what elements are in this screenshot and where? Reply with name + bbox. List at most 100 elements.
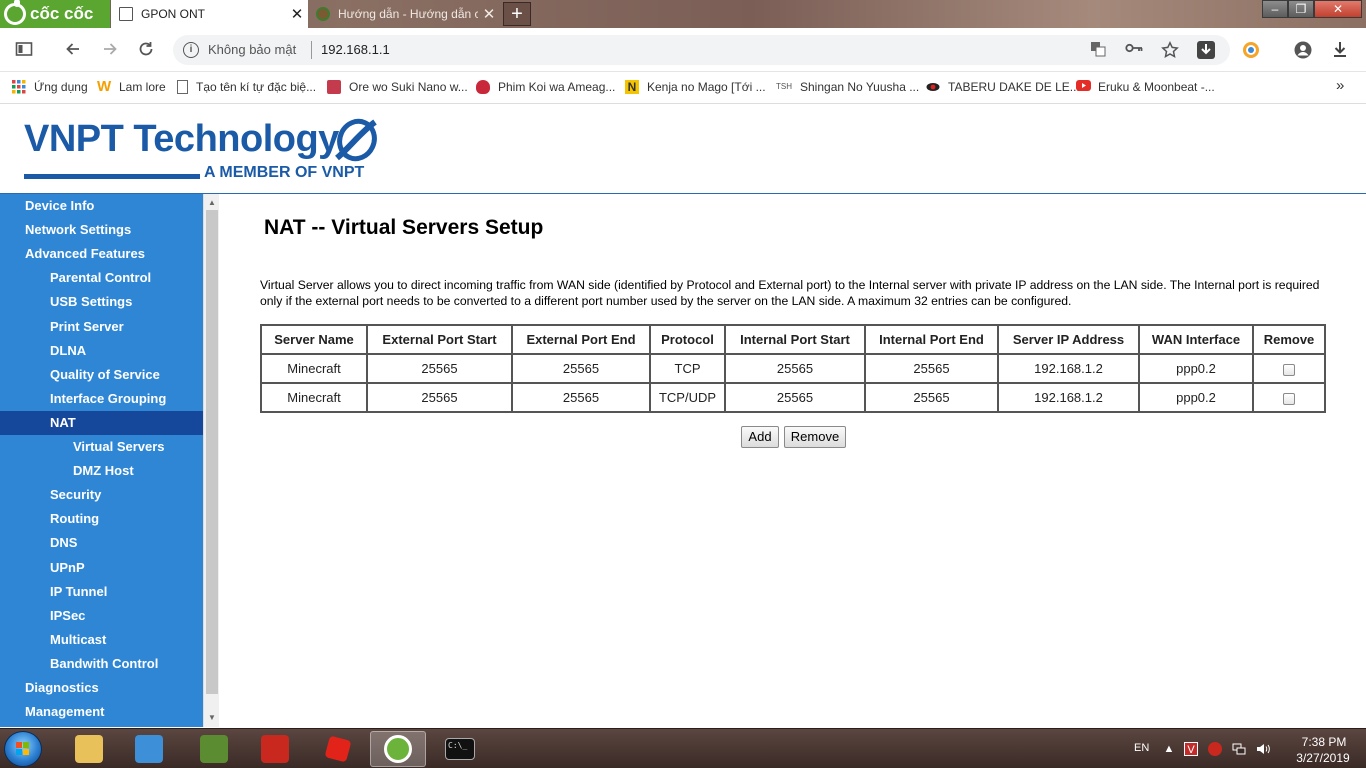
garena-tray-icon[interactable] [1208, 742, 1222, 756]
download-page-icon[interactable] [1197, 41, 1215, 59]
column-header: Server Name [260, 324, 368, 355]
bookmark-kenja[interactable]: N Kenja no Mago [Tới ... [625, 80, 766, 94]
table-row: Minecraft 25565 25565 TCP 25565 25565 192.168.… [260, 353, 1326, 384]
clock-time[interactable]: 7:38 PM [1294, 735, 1354, 749]
taskbar-file-explorer[interactable] [61, 731, 117, 767]
sidebar-item-security[interactable]: Security [0, 483, 203, 507]
sidebar-item-interface-grouping[interactable]: Interface Grouping [0, 387, 203, 411]
close-icon[interactable]: ✕ [478, 5, 500, 23]
language-indicator[interactable]: EN [1134, 742, 1149, 754]
sidebar-item-ipsec[interactable]: IPSec [0, 604, 203, 628]
tab-huong-dan[interactable]: Hướng dẫn - Hướng dẫn c ✕ [308, 0, 500, 28]
sidebar-item-routing[interactable]: Routing [0, 507, 203, 531]
remove-checkbox[interactable] [1283, 363, 1295, 376]
sidebar-item-device-info[interactable]: Device Info [0, 194, 203, 218]
bookmark-taberu[interactable]: TABERU DAKE DE LE... [926, 80, 1080, 94]
bookmark-star-icon[interactable] [1161, 41, 1179, 59]
taskbar-media-player[interactable] [121, 731, 177, 767]
security-status[interactable]: Không bảo mật [208, 42, 296, 57]
close-window-button[interactable]: ✕ [1314, 0, 1362, 18]
table-cell: Minecraft [260, 382, 368, 413]
taskbar-command-prompt[interactable]: C:\_ [432, 731, 488, 767]
downloads-icon[interactable] [1330, 40, 1350, 60]
scroll-up-icon[interactable]: ▲ [204, 196, 220, 210]
sidebar-item-ip-tunnel[interactable]: IP Tunnel [0, 580, 203, 604]
maximize-button[interactable]: ❐ [1288, 0, 1314, 18]
vietkey-icon[interactable]: V [1184, 742, 1198, 756]
eye-icon [926, 80, 940, 94]
w-logo-icon: W [97, 78, 112, 95]
volume-icon[interactable] [1256, 742, 1270, 756]
bookmark-ore-wo-suki[interactable]: Ore wo Suki Nano w... [327, 80, 468, 94]
taskbar-garena[interactable] [247, 731, 303, 767]
scroll-thumb[interactable] [206, 210, 218, 694]
profile-icon[interactable] [1293, 40, 1313, 60]
omnibox[interactable]: i Không bảo mật 192.168.1.1 [173, 35, 1230, 65]
minimize-button[interactable]: – [1262, 0, 1288, 18]
sidebar-item-quality-of-service[interactable]: Quality of Service [0, 363, 203, 387]
logo-tagline: A MEMBER OF VNPT [204, 164, 365, 181]
table-cell: TCP [649, 353, 726, 384]
bookmark-label: Kenja no Mago [Tới ... [647, 80, 766, 94]
sidebar-scrollbar[interactable]: ▲ ▼ [203, 194, 219, 727]
new-tab-button[interactable]: + [503, 2, 531, 26]
taskbar-coccoc-browser[interactable] [370, 731, 426, 767]
clock-date[interactable]: 3/27/2019 [1288, 751, 1358, 765]
media-player-icon [135, 735, 163, 763]
sidebar-item-multicast[interactable]: Multicast [0, 628, 203, 652]
bookmarks-bar: Ứng dụng W Lam lore Tạo tên kí tự đặc bi… [0, 72, 1366, 104]
sidebar-item-bandwith-control[interactable]: Bandwith Control [0, 652, 203, 676]
sidebar-item-diagnostics[interactable]: Diagnostics [0, 676, 203, 700]
remove-button[interactable]: Remove [784, 426, 846, 448]
router-sidebar-menu: Device Info Network Settings Advanced Feat… [0, 194, 203, 727]
column-header: External Port End [511, 324, 651, 355]
sidebar-item-dns[interactable]: DNS [0, 531, 203, 555]
sidebar-item-virtual-servers[interactable]: Virtual Servers [0, 435, 203, 459]
sidebar-item-upnp[interactable]: UPnP [0, 556, 203, 580]
remove-checkbox[interactable] [1283, 392, 1295, 405]
sidebar-item-advanced-features[interactable]: Advanced Features [0, 242, 203, 266]
sidebar-item-print-server[interactable]: Print Server [0, 315, 203, 339]
taskbar-minecraft[interactable] [186, 731, 242, 767]
tab-gpon-ont[interactable]: GPON ONT ✕ [111, 0, 308, 28]
network-icon[interactable] [1232, 742, 1246, 756]
info-icon[interactable]: i [183, 42, 199, 58]
key-icon[interactable] [1125, 41, 1143, 59]
reload-icon[interactable] [136, 40, 156, 60]
bookmark-apps[interactable]: Ứng dụng [12, 80, 88, 94]
sidebar-item-dmz-host[interactable]: DMZ Host [0, 459, 203, 483]
bookmark-shingan[interactable]: TSH Shingan No Yuusha ... [776, 80, 919, 94]
scroll-down-icon[interactable]: ▼ [204, 711, 220, 725]
file-explorer-icon [75, 735, 103, 763]
sidebar-item-usb-settings[interactable]: USB Settings [0, 290, 203, 314]
page-title: NAT -- Virtual Servers Setup [264, 216, 544, 239]
sidebar-item-network-settings[interactable]: Network Settings [0, 218, 203, 242]
bookmark-label: Phim Koi wa Ameag... [498, 80, 616, 94]
sidebar-item-parental-control[interactable]: Parental Control [0, 266, 203, 290]
minecraft-icon [200, 735, 228, 763]
url-text[interactable]: 192.168.1.1 [321, 42, 390, 57]
taskbar-roblox[interactable] [310, 731, 366, 767]
page-description: Virtual Server allows you to direct inco… [260, 278, 1320, 308]
sidebar-item-management[interactable]: Management [0, 700, 203, 724]
sidebar-toggle-icon[interactable] [14, 40, 34, 60]
coccoc-extension-icon[interactable] [1241, 40, 1261, 60]
coccoc-logo-icon [4, 0, 26, 25]
bookmark-eruku[interactable]: Eruku & Moonbeat -... [1076, 80, 1215, 94]
table-cell: 25565 [511, 382, 651, 413]
bookmarks-overflow-button[interactable]: » [1336, 77, 1344, 94]
start-button[interactable] [4, 731, 42, 767]
back-icon[interactable] [63, 40, 83, 60]
sidebar-item-dlna[interactable]: DLNA [0, 339, 203, 363]
column-header: Remove [1252, 324, 1326, 355]
close-icon[interactable]: ✕ [286, 5, 308, 23]
coccoc-brand[interactable]: cốc cốc [0, 0, 110, 28]
show-hidden-icons-icon[interactable]: ▲ [1162, 742, 1176, 756]
bookmark-phim-koi[interactable]: Phim Koi wa Ameag... [476, 80, 615, 94]
translate-icon[interactable] [1089, 41, 1107, 59]
add-button[interactable]: Add [741, 426, 779, 448]
bookmark-lam-lore[interactable]: W Lam lore [97, 78, 166, 95]
sidebar-item-nat[interactable]: NAT [0, 410, 203, 435]
forward-icon[interactable] [100, 40, 120, 60]
bookmark-tao-ten[interactable]: Tạo tên kí tự đặc biệ... [177, 80, 316, 94]
